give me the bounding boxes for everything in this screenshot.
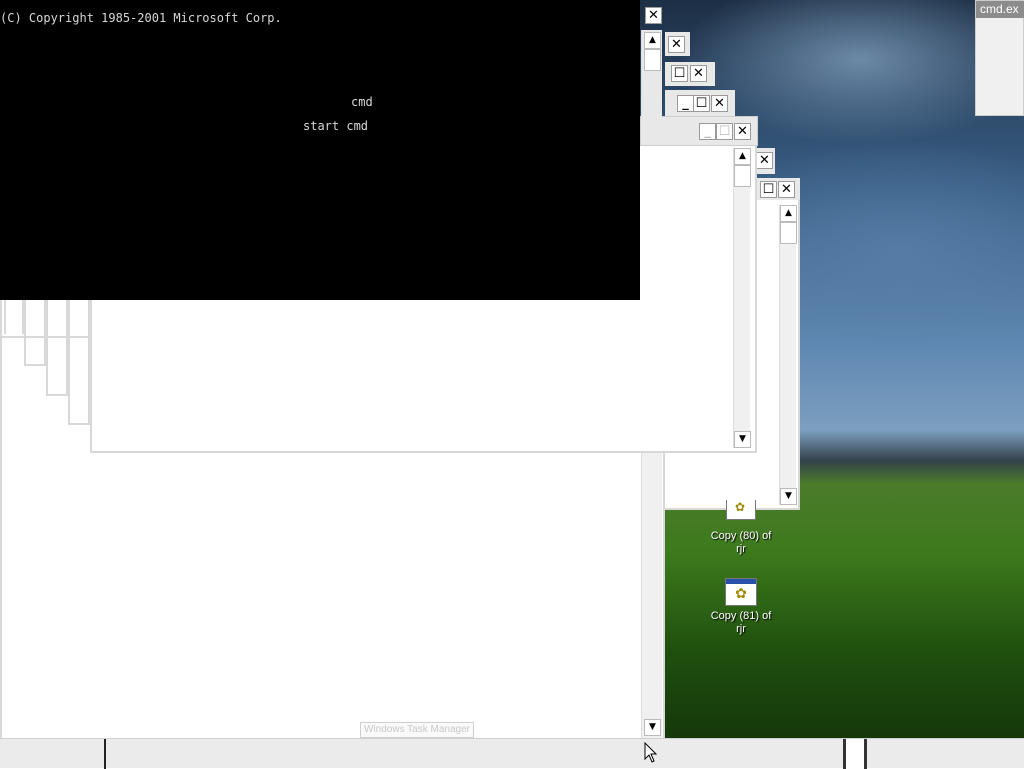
scroll-thumb[interactable] — [780, 222, 797, 244]
front-window-scrollbar[interactable]: ▲ ▼ — [733, 148, 751, 448]
scroll-up-button[interactable]: ▲ — [780, 205, 797, 222]
gear-icon: ✿ — [735, 500, 746, 514]
frame-edge-line — [0, 336, 92, 338]
maximize-button[interactable]: ☐ — [760, 181, 777, 198]
taskbar-divider — [104, 739, 106, 769]
scroll-up-button[interactable]: ▲ — [734, 148, 751, 165]
main-window-scrollbar[interactable]: ▼ — [641, 453, 662, 738]
taskbar[interactable] — [0, 738, 1024, 769]
maximize-button[interactable]: ☐ — [671, 65, 688, 82]
desktop-icon-label: rjr — [736, 623, 746, 635]
command-prompt-window[interactable]: (C) Copyright 1985-2001 Microsoft Corp. … — [0, 0, 640, 300]
desktop-icon-label: rjr — [736, 543, 746, 555]
scroll-down-button[interactable]: ▼ — [734, 431, 751, 448]
minimize-icon[interactable]: _ — [699, 123, 716, 140]
desktop-icon-copy-81[interactable]: Copy (81) of rjr — [701, 578, 781, 636]
close-button[interactable]: ✕ — [668, 36, 685, 53]
back-window-scrollbar[interactable]: ▲ ▼ — [779, 205, 797, 505]
desktop-icon-label: Copy (80) of — [710, 530, 772, 542]
maximize-button[interactable]: ☐ — [693, 95, 710, 112]
close-button[interactable]: ✕ — [778, 181, 795, 198]
scroll-thumb[interactable] — [644, 49, 661, 71]
frame-edge-1 — [4, 300, 24, 334]
frame-edge-2 — [24, 300, 46, 366]
main-window-top-scrollbar[interactable]: ▲ — [641, 30, 662, 118]
scroll-down-button[interactable]: ▼ — [780, 488, 797, 505]
close-button[interactable]: ✕ — [756, 152, 773, 169]
scroll-thumb[interactable] — [734, 165, 751, 187]
desktop-icon-partial[interactable]: ✿ — [726, 500, 756, 520]
desktop-icon-label: Copy (81) of — [710, 610, 772, 622]
mouse-cursor-icon — [644, 742, 658, 763]
taskbar-button[interactable] — [843, 739, 867, 769]
corner-window-title: cmd.ex — [976, 1, 1024, 18]
scroll-up-button[interactable]: ▲ — [644, 32, 661, 49]
desktop-icon-copy-80[interactable]: Copy (80) of rjr — [701, 530, 781, 556]
task-manager-tooltip: Windows Task Manager — [360, 722, 474, 738]
program-icon — [725, 578, 757, 606]
frame-edge-4 — [68, 300, 90, 425]
console-start-cmd-line: start cmd — [303, 119, 369, 133]
minimize-icon[interactable]: _ — [677, 95, 694, 112]
close-button[interactable]: ✕ — [734, 123, 751, 140]
corner-cmd-window[interactable]: cmd.ex — [975, 0, 1024, 116]
close-button[interactable]: ✕ — [645, 7, 662, 24]
console-copyright-line: (C) Copyright 1985-2001 Microsoft Corp. — [0, 11, 282, 25]
frame-edge-3 — [46, 300, 68, 396]
scroll-down-button[interactable]: ▼ — [644, 719, 661, 736]
console-cmd-line: cmd — [351, 95, 373, 109]
close-button[interactable]: ✕ — [690, 65, 707, 82]
close-button[interactable]: ✕ — [711, 95, 728, 112]
maximize-button[interactable]: ☐ — [716, 123, 733, 140]
